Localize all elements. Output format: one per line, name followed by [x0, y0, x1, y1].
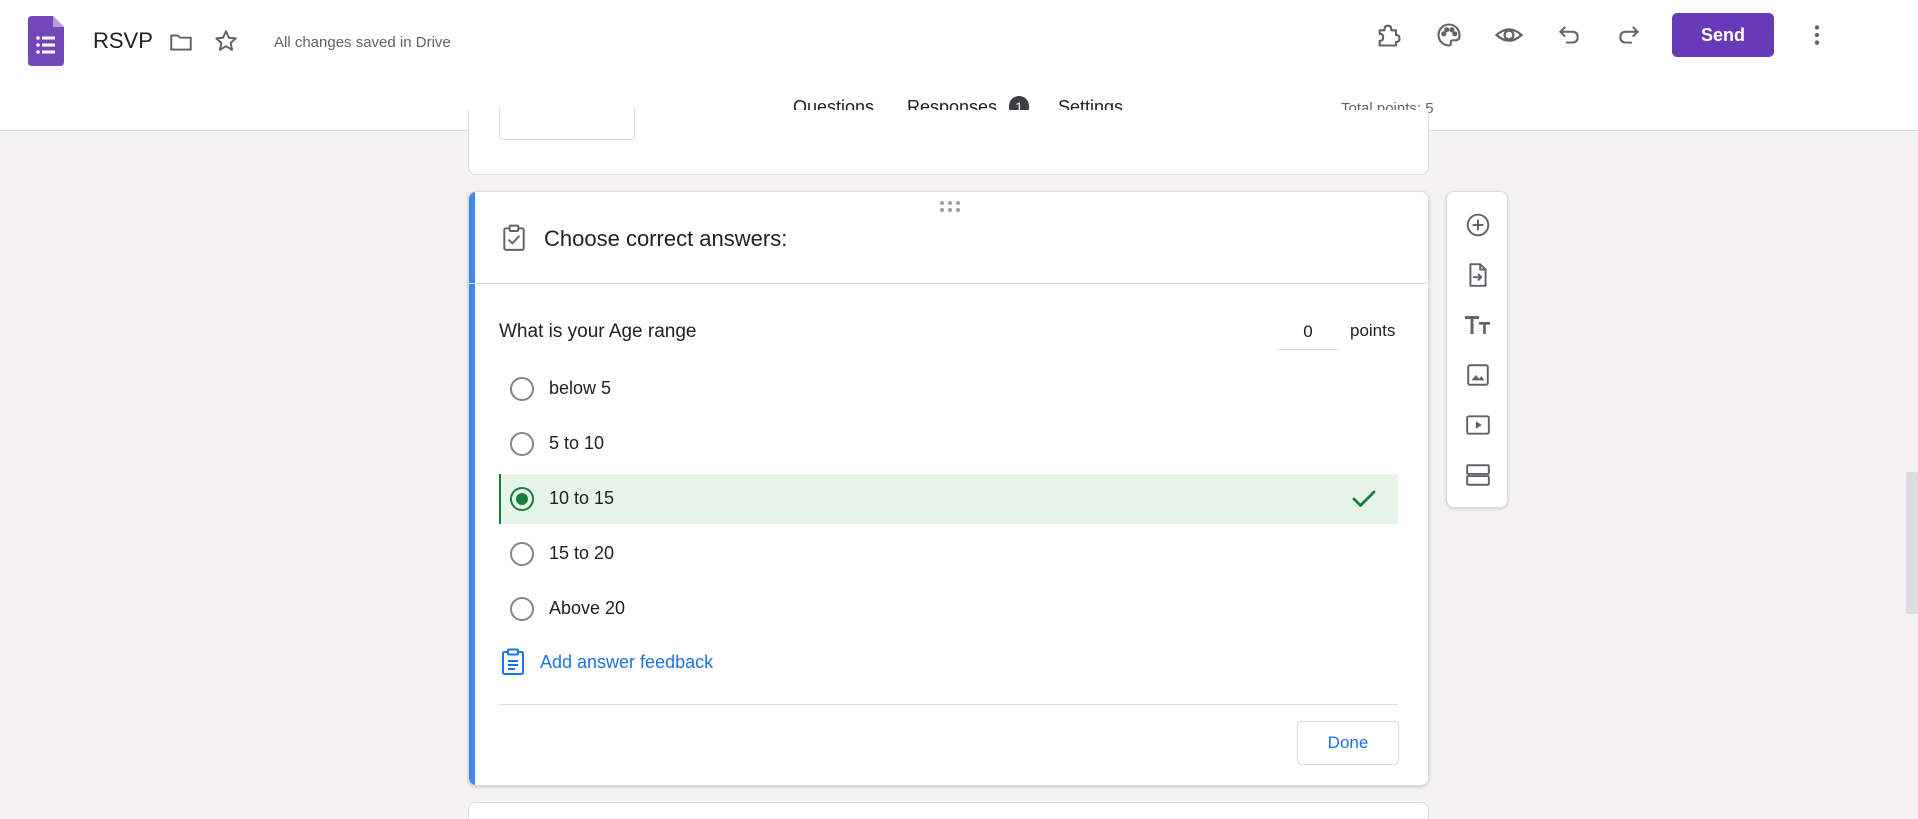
question-title: What is your Age range [499, 321, 697, 342]
more-vert-icon[interactable] [1802, 20, 1832, 50]
radio-button[interactable] [510, 542, 534, 566]
forms-logo-icon[interactable] [28, 16, 64, 66]
points-label: points [1350, 321, 1396, 340]
divider [499, 704, 1398, 705]
floating-toolbar [1446, 191, 1508, 508]
answer-option[interactable]: below 5 [499, 364, 1398, 414]
redo-icon[interactable] [1614, 20, 1644, 50]
option-label: 5 to 10 [549, 433, 605, 453]
option-label: 10 to 15 [549, 488, 615, 508]
answer-key-heading: Choose correct answers: [544, 226, 788, 251]
previous-question-card[interactable] [468, 108, 1429, 175]
add-image-icon[interactable] [1463, 360, 1493, 390]
preview-eye-icon[interactable] [1494, 20, 1524, 50]
document-title[interactable]: RSVP [93, 28, 153, 54]
previous-card-button[interactable] [499, 108, 635, 140]
undo-icon[interactable] [1554, 20, 1584, 50]
import-questions-icon[interactable] [1463, 260, 1493, 290]
add-answer-feedback-link[interactable]: Add answer feedback [540, 652, 713, 673]
send-button[interactable]: Send [1672, 13, 1774, 57]
checkmark-icon [1351, 487, 1377, 511]
folder-icon[interactable] [168, 29, 194, 55]
feedback-icon[interactable] [501, 648, 525, 676]
palette-icon[interactable] [1434, 20, 1464, 50]
answer-option[interactable]: 5 to 10 [499, 419, 1398, 469]
clipboard-check-icon [501, 224, 527, 252]
scrollbar-thumb[interactable] [1906, 472, 1918, 614]
done-button[interactable]: Done [1297, 721, 1399, 765]
add-title-icon[interactable] [1463, 310, 1493, 340]
radio-button[interactable] [510, 597, 534, 621]
answer-option-correct[interactable]: 10 to 15 [499, 474, 1398, 524]
answer-key-header: Choose correct answers: [469, 192, 1428, 284]
radio-button[interactable] [510, 377, 534, 401]
answer-option[interactable]: Above 20 [499, 584, 1398, 634]
answer-option[interactable]: 15 to 20 [499, 529, 1398, 579]
radio-button[interactable] [510, 432, 534, 456]
addons-icon[interactable] [1374, 20, 1404, 50]
option-label: Above 20 [549, 598, 626, 618]
radio-button-selected[interactable] [510, 487, 534, 511]
question-card[interactable]: Choose correct answers: What is your Age… [468, 191, 1429, 786]
save-status: All changes saved in Drive [274, 34, 451, 51]
points-input[interactable] [1277, 314, 1339, 350]
option-label: 15 to 20 [549, 543, 615, 563]
next-question-card[interactable] [468, 802, 1429, 819]
option-label: below 5 [549, 378, 612, 398]
add-video-icon[interactable] [1463, 410, 1493, 440]
add-question-icon[interactable] [1463, 210, 1493, 240]
add-section-icon[interactable] [1463, 460, 1493, 490]
star-icon[interactable] [213, 28, 239, 54]
